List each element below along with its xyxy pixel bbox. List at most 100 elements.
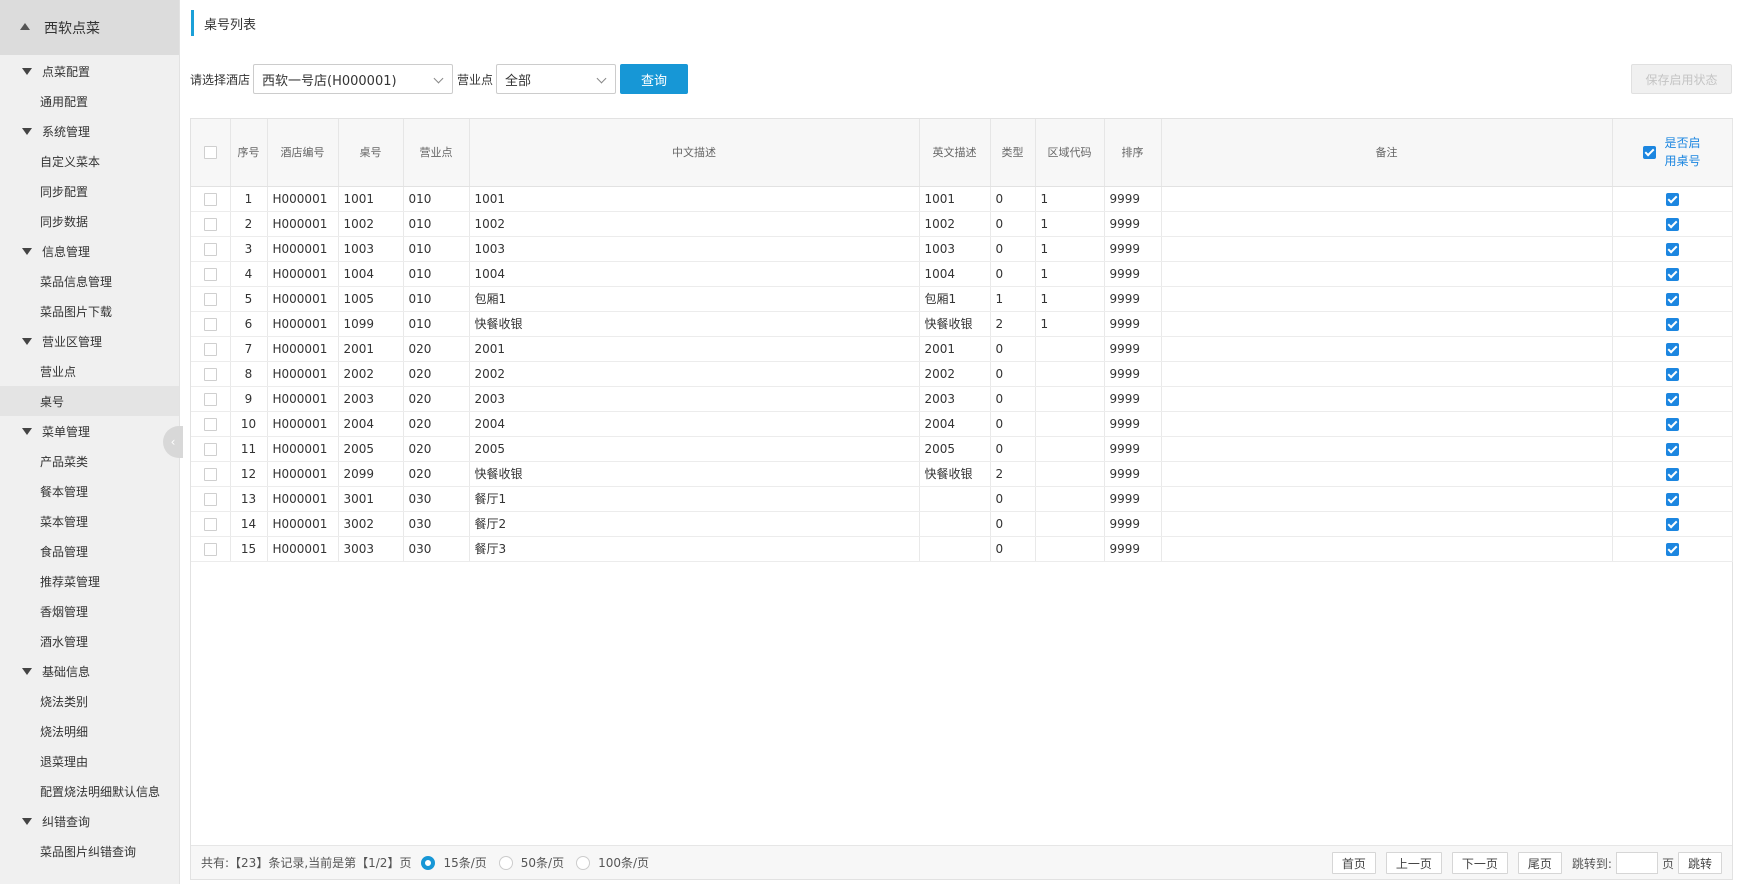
- page-size-50-radio[interactable]: 50条/页: [498, 854, 564, 871]
- enabled-checkbox[interactable]: [1665, 417, 1679, 431]
- enabled-checkbox[interactable]: [1665, 517, 1679, 531]
- sidebar-group-5[interactable]: 基础信息: [0, 656, 179, 686]
- sidebar-item[interactable]: 配置烧法明细默认信息: [0, 776, 179, 806]
- table-row[interactable]: 3 H000001 1003 010 1003 1003 0 1 9999: [191, 236, 1733, 262]
- last-page-button[interactable]: 尾页: [1517, 852, 1562, 874]
- prev-page-button[interactable]: 上一页: [1385, 852, 1442, 874]
- sidebar-item[interactable]: 桌号: [0, 386, 179, 416]
- table-no-cell: 3001: [338, 486, 404, 512]
- sidebar-item[interactable]: 食品管理: [0, 536, 179, 566]
- outlet-cell: 020: [403, 436, 470, 462]
- page-size-100-radio[interactable]: 100条/页: [576, 854, 649, 871]
- table-row[interactable]: 14 H000001 3002 030 餐厅2 0 9999: [191, 511, 1733, 537]
- select-all-header[interactable]: [191, 119, 231, 187]
- table-row[interactable]: 15 H000001 3003 030 餐厅3 0 9999: [191, 536, 1733, 562]
- table-row[interactable]: 8 H000001 2002 020 2002 2002 0 9999: [191, 361, 1733, 387]
- table-row[interactable]: 7 H000001 2001 020 2001 2001 0 9999: [191, 336, 1733, 362]
- sidebar-item[interactable]: 自定义菜本: [0, 146, 179, 176]
- enabled-cell: [1612, 511, 1733, 537]
- enabled-checkbox[interactable]: [1665, 392, 1679, 406]
- sidebar-item[interactable]: 烧法类别: [0, 686, 179, 716]
- sidebar-item[interactable]: 同步配置: [0, 176, 179, 206]
- enabled-checkbox[interactable]: [1665, 542, 1679, 556]
- area-code-cell: [1035, 386, 1105, 412]
- row-select-checkbox[interactable]: [203, 492, 217, 506]
- sidebar-group-4[interactable]: 菜单管理: [0, 416, 179, 446]
- table-row[interactable]: 11 H000001 2005 020 2005 2005 0 9999: [191, 436, 1733, 462]
- table-row[interactable]: 13 H000001 3001 030 餐厅1 0 9999: [191, 486, 1733, 512]
- sidebar-item[interactable]: 烧法明细: [0, 716, 179, 746]
- sidebar-group-1[interactable]: 系统管理: [0, 116, 179, 146]
- enabled-checkbox[interactable]: [1665, 192, 1679, 206]
- outlet-select[interactable]: 全部: [496, 64, 617, 94]
- row-select-checkbox[interactable]: [203, 517, 217, 531]
- enabled-checkbox[interactable]: [1665, 367, 1679, 381]
- enabled-checkbox[interactable]: [1665, 217, 1679, 231]
- row-select-cell: [191, 486, 231, 512]
- enabled-checkbox[interactable]: [1665, 267, 1679, 281]
- row-select-checkbox[interactable]: [203, 242, 217, 256]
- row-select-checkbox[interactable]: [203, 467, 217, 481]
- brand-title: 西软点菜: [44, 20, 100, 37]
- sidebar-item[interactable]: 营业点: [0, 356, 179, 386]
- row-select-checkbox[interactable]: [203, 342, 217, 356]
- page-size-15-radio[interactable]: 15条/页: [421, 854, 487, 871]
- row-select-checkbox[interactable]: [203, 292, 217, 306]
- enabled-checkbox[interactable]: [1665, 242, 1679, 256]
- sidebar-item[interactable]: 菜品信息管理: [0, 266, 179, 296]
- enabled-checkbox[interactable]: [1665, 442, 1679, 456]
- table-no-cell: 1005: [338, 286, 404, 312]
- table-row[interactable]: 1 H000001 1001 010 1001 1001 0 1 9999: [191, 186, 1733, 212]
- row-select-checkbox[interactable]: [203, 367, 217, 381]
- table-row[interactable]: 12 H000001 2099 020 快餐收银 快餐收银 2 9999: [191, 461, 1733, 487]
- query-button[interactable]: 查询: [620, 64, 689, 94]
- enable-all-checkbox[interactable]: [1643, 145, 1657, 159]
- table-row[interactable]: 4 H000001 1004 010 1004 1004 0 1 9999: [191, 261, 1733, 287]
- sidebar-item[interactable]: 产品菜类: [0, 446, 179, 476]
- enabled-checkbox[interactable]: [1665, 492, 1679, 506]
- row-select-checkbox[interactable]: [203, 217, 217, 231]
- sidebar-item[interactable]: 酒水管理: [0, 626, 179, 656]
- sidebar-item[interactable]: 菜品图片下载: [0, 296, 179, 326]
- table-row[interactable]: 2 H000001 1002 010 1002 1002 0 1 9999: [191, 211, 1733, 237]
- first-page-button[interactable]: 首页: [1331, 852, 1376, 874]
- save-enabled-state-button[interactable]: 保存启用状态: [1631, 64, 1732, 94]
- table-row[interactable]: 6 H000001 1099 010 快餐收银 快餐收银 2 1 9999: [191, 311, 1733, 337]
- enabled-checkbox[interactable]: [1665, 467, 1679, 481]
- row-select-checkbox[interactable]: [203, 542, 217, 556]
- sidebar-item[interactable]: 通用配置: [0, 86, 179, 116]
- sidebar-group-3[interactable]: 营业区管理: [0, 326, 179, 356]
- jump-button[interactable]: 跳转: [1677, 852, 1722, 874]
- sidebar-item[interactable]: 退菜理由: [0, 746, 179, 776]
- table-row[interactable]: 5 H000001 1005 010 包厢1 包厢1 1 1 9999: [191, 286, 1733, 312]
- enabled-checkbox[interactable]: [1665, 317, 1679, 331]
- sidebar-item[interactable]: 推荐菜管理: [0, 566, 179, 596]
- row-select-checkbox[interactable]: [203, 417, 217, 431]
- table-no-cell: 1004: [338, 261, 404, 287]
- sidebar-group-0[interactable]: 点菜配置: [0, 56, 179, 86]
- chevron-down-icon: [596, 73, 607, 84]
- sidebar-item[interactable]: 同步数据: [0, 206, 179, 236]
- row-select-checkbox[interactable]: [203, 392, 217, 406]
- sidebar-item[interactable]: 菜本管理: [0, 506, 179, 536]
- sidebar-group-2[interactable]: 信息管理: [0, 236, 179, 266]
- row-index: 15: [230, 536, 268, 562]
- sidebar-item[interactable]: 菜品图片纠错查询: [0, 836, 179, 866]
- table-row[interactable]: 10 H000001 2004 020 2004 2004 0 9999: [191, 411, 1733, 437]
- sidebar-item[interactable]: 餐本管理: [0, 476, 179, 506]
- row-select-checkbox[interactable]: [203, 442, 217, 456]
- enabled-checkbox[interactable]: [1665, 342, 1679, 356]
- sidebar-item[interactable]: 香烟管理: [0, 596, 179, 626]
- table-row[interactable]: 9 H000001 2003 020 2003 2003 0 9999: [191, 386, 1733, 412]
- row-select-checkbox[interactable]: [203, 192, 217, 206]
- next-page-button[interactable]: 下一页: [1451, 852, 1508, 874]
- jump-page-input[interactable]: [1615, 852, 1658, 874]
- sidebar-group-6[interactable]: 纠错查询: [0, 806, 179, 836]
- hotel-select[interactable]: 西软一号店(H000001): [253, 64, 454, 94]
- row-select-checkbox[interactable]: [203, 317, 217, 331]
- remark-cell: [1161, 261, 1613, 287]
- row-select-checkbox[interactable]: [203, 267, 217, 281]
- brand[interactable]: 西软点菜: [0, 0, 179, 55]
- select-all-checkbox[interactable]: [203, 146, 217, 159]
- enabled-checkbox[interactable]: [1665, 292, 1679, 306]
